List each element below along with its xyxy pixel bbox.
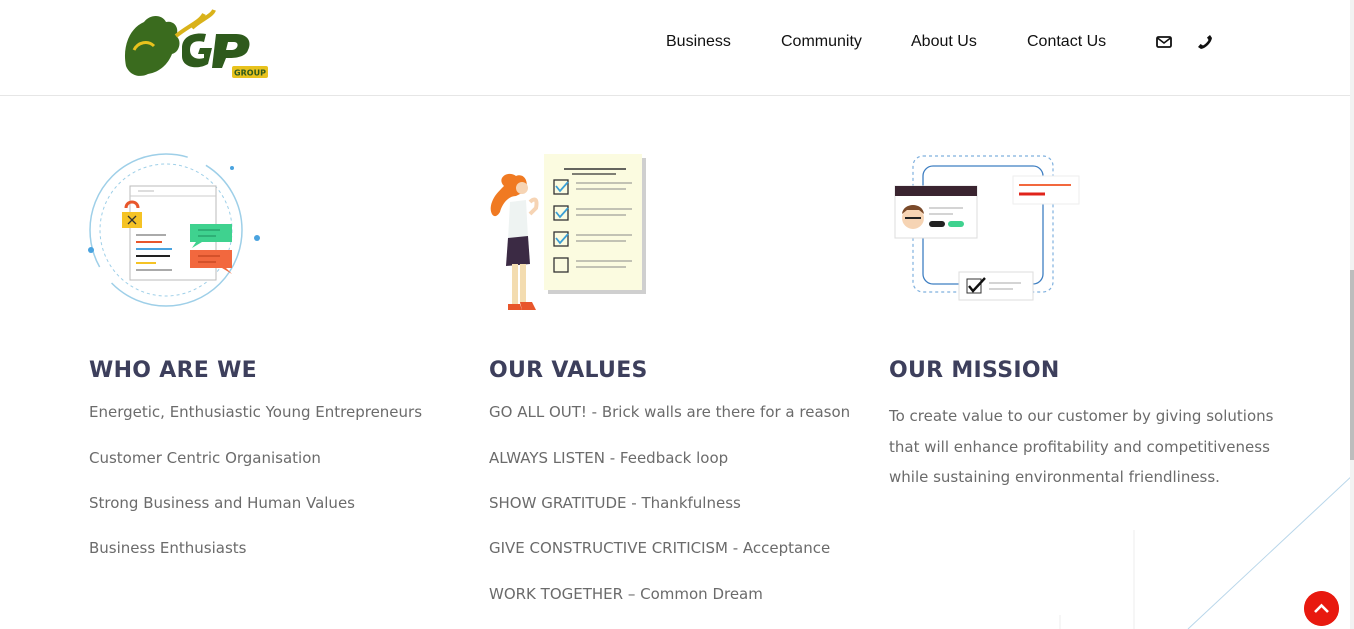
values-item: GO ALL OUT! - Brick walls are there for … <box>489 403 851 421</box>
checklist-illustration <box>490 154 646 310</box>
logo-subtext: GROUP <box>234 69 266 78</box>
mission-illustration <box>894 155 1080 301</box>
site-header: GROUP Business Community About Us Contac… <box>0 0 1354 96</box>
mission-heading: OUR MISSION <box>889 358 1060 383</box>
who-item: Energetic, Enthusiastic Young Entreprene… <box>89 403 423 421</box>
values-heading: OUR VALUES <box>489 358 648 383</box>
phone-icon[interactable] <box>1196 33 1214 51</box>
scrollbar-thumb[interactable] <box>1350 270 1354 460</box>
values-item: ALWAYS LISTEN - Feedback loop <box>489 449 729 467</box>
who-item: Business Enthusiasts <box>89 539 247 557</box>
nav-community[interactable]: Community <box>781 32 862 52</box>
nav-about-us[interactable]: About Us <box>911 32 977 52</box>
gp-group-logo[interactable]: GROUP <box>120 6 272 84</box>
values-item: GIVE CONSTRUCTIVE CRITICISM - Acceptance <box>489 539 831 557</box>
back-to-top-button[interactable] <box>1304 591 1339 626</box>
nav-contact-us[interactable]: Contact Us <box>1027 32 1106 52</box>
nav-business[interactable]: Business <box>666 32 731 52</box>
team-illustration <box>88 153 260 307</box>
decorative-lines <box>1059 473 1354 629</box>
envelope-icon[interactable] <box>1155 33 1173 51</box>
who-heading: WHO ARE WE <box>89 358 257 383</box>
who-item: Customer Centric Organisation <box>89 449 321 467</box>
values-item: SHOW GRATITUDE - Thankfulness <box>489 494 741 512</box>
values-item: WORK TOGETHER – Common Dream <box>489 585 763 603</box>
who-item: Strong Business and Human Values <box>89 494 355 512</box>
